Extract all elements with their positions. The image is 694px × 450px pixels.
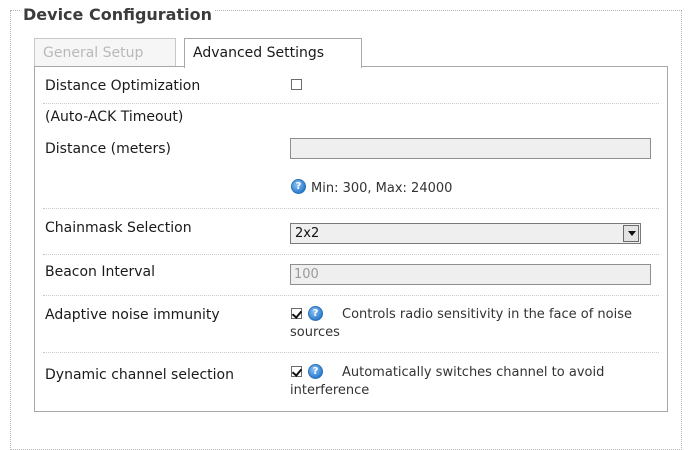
distance-input[interactable]: [290, 138, 651, 159]
beacon-interval-label: Beacon Interval: [45, 264, 155, 280]
beacon-interval-input[interactable]: 100: [290, 264, 651, 285]
auto-ack-label: (Auto-ACK Timeout): [45, 109, 184, 125]
dynamic-channel-label: Dynamic channel selection: [45, 367, 234, 383]
adaptive-noise-description: Controls radio sensitivity in the face o…: [290, 307, 632, 340]
chainmask-label: Chainmask Selection: [45, 220, 192, 236]
distance-hint: Min: 300, Max: 24000: [311, 181, 453, 196]
tab-general-setup[interactable]: General Setup: [34, 38, 176, 67]
row-separator: [43, 352, 659, 353]
distance-optimization-checkbox[interactable]: [291, 79, 302, 90]
dynamic-channel-description: Automatically switches channel to avoid …: [290, 365, 605, 398]
tab-advanced-settings[interactable]: Advanced Settings: [184, 38, 362, 68]
advanced-settings-panel: Distance Optimization (Auto-ACK Timeout)…: [34, 66, 668, 412]
row-separator: [43, 208, 659, 209]
row-separator: [43, 254, 659, 255]
fieldset-legend: Device Configuration: [20, 5, 215, 24]
chainmask-select[interactable]: 2x2: [290, 223, 641, 244]
row-separator: [43, 103, 659, 104]
dropdown-arrow-icon[interactable]: [623, 225, 639, 242]
row-separator: [43, 295, 659, 296]
help-icon: ?: [291, 179, 306, 194]
adaptive-noise-label: Adaptive noise immunity: [45, 307, 220, 323]
distance-optimization-label: Distance Optimization: [45, 78, 201, 94]
chainmask-selected-value: 2x2: [295, 226, 320, 241]
distance-label: Distance (meters): [45, 141, 171, 157]
